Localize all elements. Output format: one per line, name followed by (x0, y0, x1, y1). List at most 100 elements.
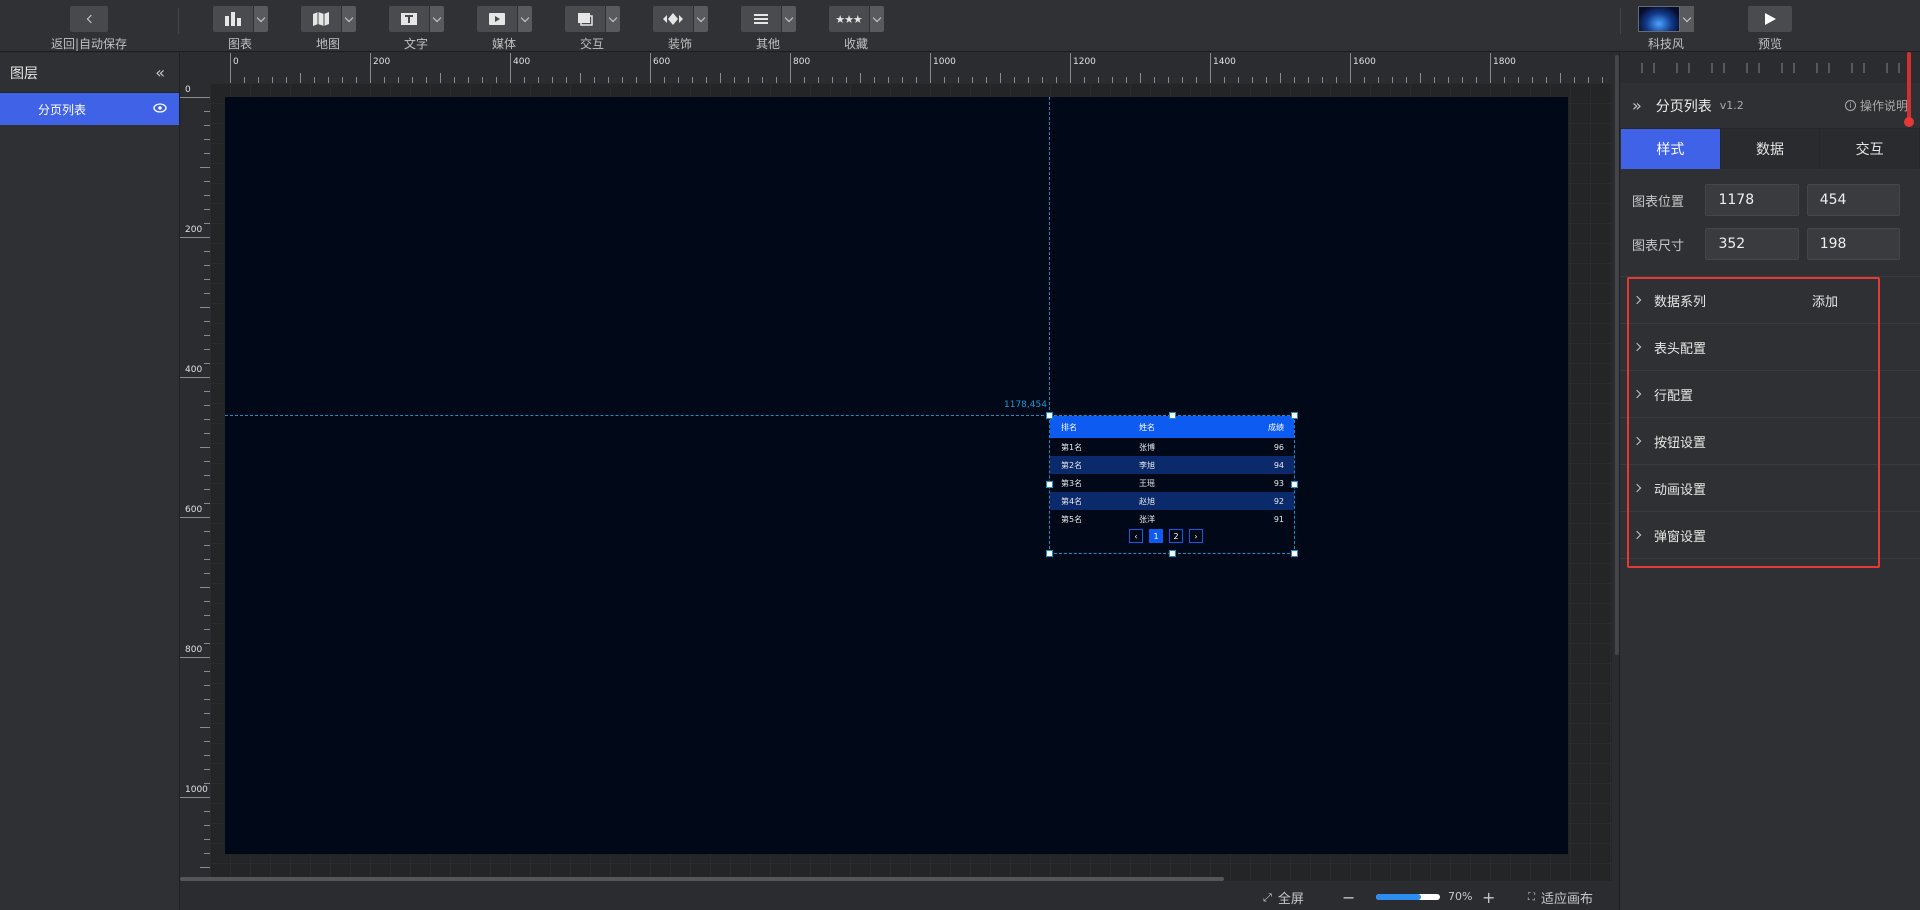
resize-handle[interactable] (1169, 550, 1176, 557)
toolbar-chart-button[interactable]: 图表 (210, 6, 270, 52)
toolbar-decoration-button[interactable]: 装饰 (650, 6, 710, 52)
chevron-down-icon[interactable] (781, 6, 796, 32)
position-readout: 1178,454 (1004, 400, 1047, 410)
layer-item-paged-list[interactable]: 分页列表 (0, 93, 179, 125)
chevron-down-icon[interactable] (1680, 6, 1694, 32)
align-left-icon[interactable] (1745, 63, 1760, 73)
design-screen[interactable] (225, 97, 1568, 854)
resize-handle[interactable] (1046, 412, 1053, 419)
next-page-button[interactable]: › (1189, 529, 1203, 543)
resize-handle[interactable] (1291, 412, 1298, 419)
distribute-v-icon[interactable] (1885, 63, 1900, 73)
position-x-input[interactable]: 1178 (1705, 184, 1799, 216)
preview-button[interactable]: 预览 (1748, 6, 1792, 52)
chevron-down-icon[interactable] (693, 6, 708, 32)
chevron-down-icon[interactable] (429, 6, 444, 32)
table-row[interactable]: 第1名 张博 96 (1050, 438, 1294, 456)
prev-page-button[interactable]: ‹ (1129, 529, 1143, 543)
fullscreen-button[interactable]: ⤢ 全屏 (1263, 888, 1304, 908)
chevron-right-icon (1632, 483, 1642, 493)
ruler-tick (200, 727, 210, 728)
toolbar-favorites-button[interactable]: ★★★ 收藏 (826, 6, 886, 52)
ruler-tick (180, 97, 210, 98)
section-data-series[interactable]: 数据系列 添加 (1620, 277, 1920, 324)
chevron-down-icon[interactable] (605, 6, 620, 32)
resize-handle[interactable] (1169, 412, 1176, 419)
section-row-config[interactable]: 行配置 (1620, 371, 1920, 418)
theme-selector[interactable]: 科技风 (1636, 6, 1696, 52)
size-width-input[interactable]: 352 (1705, 228, 1799, 260)
toolbar-decoration-label: 装饰 (667, 37, 692, 51)
resize-handle[interactable] (1046, 481, 1053, 488)
tab-interaction[interactable]: 交互 (1820, 129, 1920, 169)
scroll-thumb[interactable] (1904, 117, 1914, 127)
toolbar-interaction-button[interactable]: 交互 (562, 6, 622, 52)
resize-handle[interactable] (1046, 550, 1053, 557)
ruler-tick (650, 53, 651, 83)
table-row[interactable]: 第4名 赵旭 92 (1050, 492, 1294, 510)
ruler-label: 800 (793, 57, 811, 67)
align-right-icon[interactable] (1815, 63, 1830, 73)
chevron-down-icon[interactable] (253, 6, 268, 32)
chart-icon (212, 6, 253, 32)
ruler-tick (1140, 73, 1141, 83)
align-hcenter-icon[interactable] (1780, 63, 1795, 73)
align-top-icon[interactable] (1640, 63, 1655, 73)
chevron-down-icon[interactable] (517, 6, 532, 32)
resize-handle[interactable] (1291, 550, 1298, 557)
chevron-down-icon[interactable] (869, 6, 884, 32)
distribute-h-icon[interactable] (1850, 63, 1865, 73)
zoom-slider[interactable] (1376, 894, 1440, 900)
ruler-tick (930, 53, 931, 83)
page-button[interactable]: 1 (1149, 529, 1163, 543)
position-y-input[interactable]: 454 (1806, 184, 1900, 216)
section-header-config[interactable]: 表头配置 (1620, 324, 1920, 371)
resize-handle[interactable] (1291, 481, 1298, 488)
cell-score: 91 (1273, 514, 1284, 524)
cell-score: 94 (1273, 460, 1284, 470)
layers-panel: 图层 « 分页列表 (0, 53, 180, 910)
size-label: 图表尺寸 (1632, 238, 1685, 254)
section-button-settings[interactable]: 按钮设置 (1620, 418, 1920, 465)
table-row[interactable]: 第3名 王瑶 93 (1050, 474, 1294, 492)
ruler-tick (1420, 73, 1421, 83)
help-link[interactable]: i 操作说明 (1844, 97, 1908, 114)
theme-label: 科技风 (1647, 37, 1684, 51)
size-height-input[interactable]: 198 (1806, 228, 1900, 260)
tab-data[interactable]: 数据 (1720, 129, 1821, 169)
toolbar-other-button[interactable]: 其他 (738, 6, 798, 52)
section-popup-settings[interactable]: 弹窗设置 (1620, 512, 1920, 559)
component-header: » 分页列表 v1.2 i 操作说明 (1620, 83, 1920, 129)
toolbar-map-button[interactable]: 地图 (298, 6, 358, 52)
section-animation-settings[interactable]: 动画设置 (1620, 465, 1920, 512)
horizontal-ruler: 0 200 400 600 800 1000 1200 1400 1600 1800 (224, 53, 1612, 83)
position-row: 图表位置 1178 454 (1620, 179, 1920, 221)
vertical-ruler: 0 200 400 600 800 1000 (180, 83, 210, 881)
chevron-right-icon (1632, 295, 1642, 305)
ruler-tick (300, 73, 301, 83)
alignment-toolbar (1620, 53, 1920, 83)
fit-canvas-button[interactable]: ⛶ 适应画布 (1528, 888, 1593, 907)
eye-icon[interactable] (153, 102, 167, 116)
collapse-double-left-icon[interactable]: « (155, 63, 165, 82)
guide-line-horizontal (225, 415, 1049, 416)
zoom-out-button[interactable]: − (1342, 888, 1355, 907)
paged-list-widget[interactable]: 排名 姓名 成绩 第1名 张博 96 第2名 李旭 94 第3名 王瑶 93 第… (1046, 412, 1298, 557)
back-autosave-button[interactable]: 返回|自动保存 (38, 6, 140, 52)
align-bottom-icon[interactable] (1710, 63, 1725, 73)
tab-style[interactable]: 样式 (1621, 129, 1721, 169)
toolbar-text-button[interactable]: 文字 (386, 6, 446, 52)
align-vcenter-icon[interactable] (1675, 63, 1690, 73)
toolbar-media-button[interactable]: 媒体 (474, 6, 534, 52)
panel-scrollbar[interactable] (1907, 52, 1911, 124)
expand-double-right-icon[interactable]: » (1632, 96, 1642, 115)
chevron-down-icon[interactable] (341, 6, 356, 32)
size-row: 图表尺寸 352 198 (1620, 223, 1920, 265)
chevron-right-icon (1632, 342, 1642, 352)
table-row[interactable]: 第5名 张洋 91 (1050, 510, 1294, 528)
add-series-button[interactable]: 添加 (1812, 291, 1838, 310)
table-row[interactable]: 第2名 李旭 94 (1050, 456, 1294, 474)
zoom-in-button[interactable]: + (1482, 888, 1495, 907)
ruler-tick (370, 53, 371, 83)
page-button[interactable]: 2 (1169, 529, 1183, 543)
